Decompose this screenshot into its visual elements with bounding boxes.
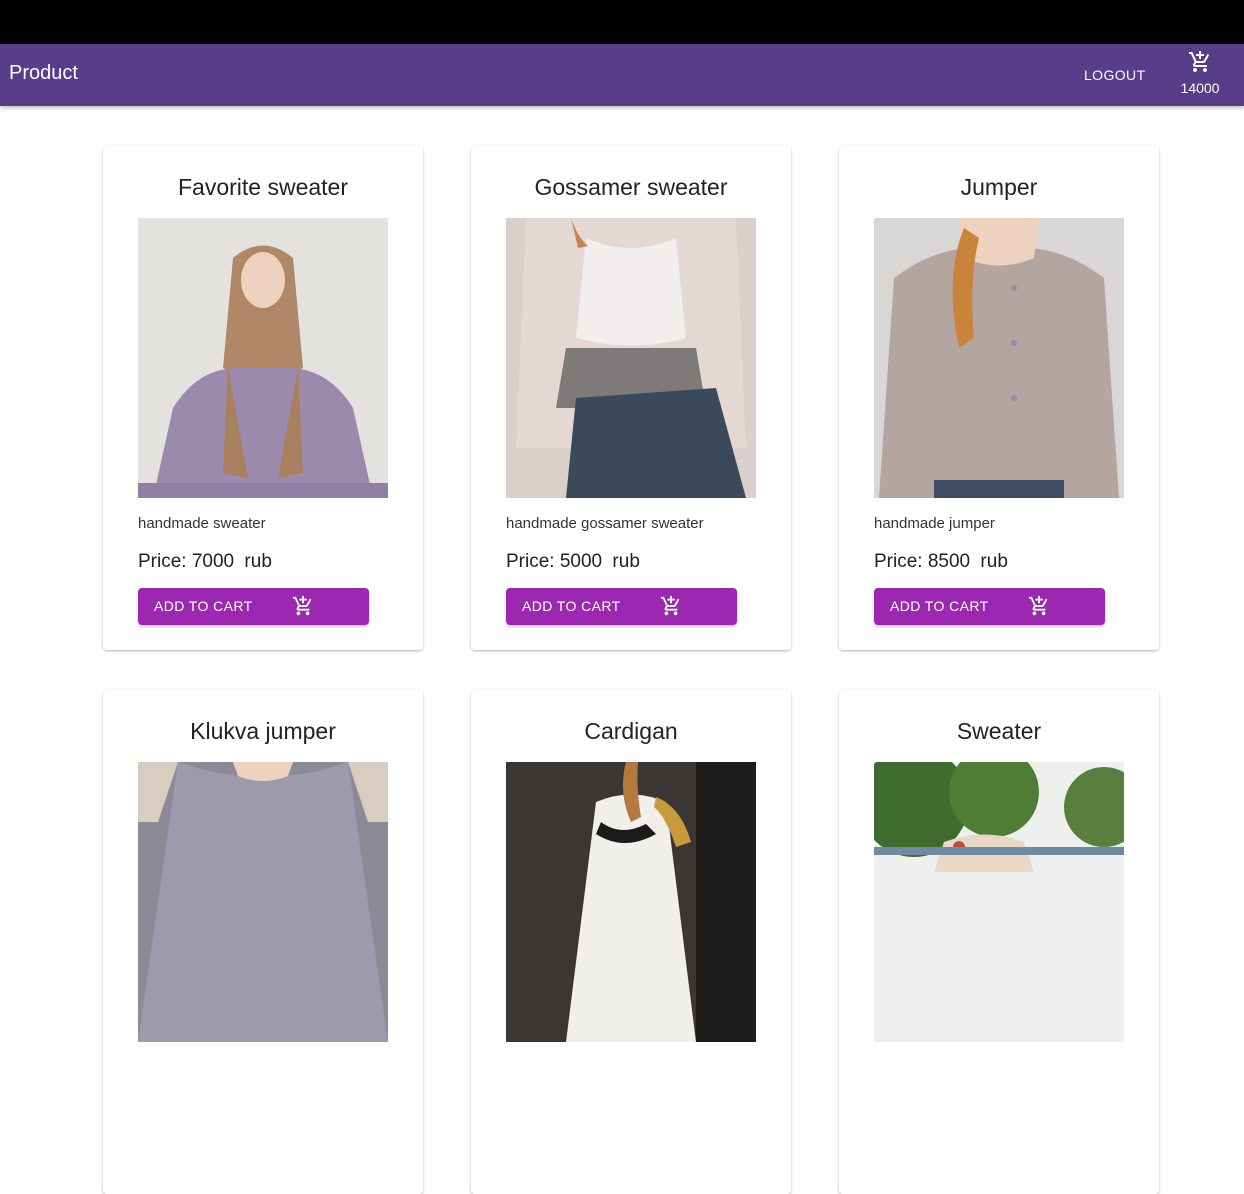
product-card: Jumper handmade jumper Price: 8500 rub A… (839, 146, 1159, 650)
add-shopping-cart-icon (292, 595, 312, 616)
product-card: Gossamer sweater handmade gossamer sweat… (471, 146, 791, 650)
price-label: Price: (874, 551, 923, 572)
price-currency: rub (612, 551, 640, 572)
window-top-band (0, 0, 1244, 44)
product-description: handmade gossamer sweater (506, 515, 704, 532)
product-card: Sweater (839, 690, 1159, 1194)
product-name: Sweater (956, 718, 1042, 744)
logout-button[interactable]: LOGOUT (1074, 59, 1156, 91)
product-name: Jumper (960, 174, 1038, 200)
product-image (138, 762, 388, 1042)
add-to-cart-button[interactable]: ADD TO CART (138, 588, 369, 625)
product-image (138, 218, 388, 498)
add-shopping-cart-icon (660, 595, 680, 616)
product-image (874, 762, 1124, 1042)
price-currency: rub (244, 551, 272, 572)
product-card: Favorite sweater handmade sweater Price:… (103, 146, 423, 650)
product-description: handmade sweater (138, 515, 266, 532)
product-price: Price: 5000 rub (506, 551, 640, 573)
product-name: Gossamer sweater (534, 174, 728, 200)
add-to-cart-button[interactable]: ADD TO CART (506, 588, 737, 625)
price-currency: rub (980, 551, 1008, 572)
add-to-cart-button[interactable]: ADD TO CART (874, 588, 1105, 625)
price-value: 7000 (191, 551, 235, 572)
product-price: Price: 7000 rub (138, 551, 272, 573)
add-to-cart-label: ADD TO CART (522, 598, 621, 614)
cart-total: 14000 (1180, 80, 1220, 96)
price-value: 5000 (559, 551, 603, 572)
price-value: 8500 (927, 551, 971, 572)
page-title: Product (9, 62, 78, 84)
add-shopping-cart-icon (1189, 51, 1210, 72)
product-card: Cardigan (471, 690, 791, 1194)
price-label: Price: (138, 551, 187, 572)
cart-button[interactable]: 14000 (1170, 50, 1230, 100)
product-image (506, 218, 756, 498)
add-to-cart-label: ADD TO CART (154, 598, 253, 614)
product-name: Cardigan (584, 718, 678, 744)
add-shopping-cart-icon (1028, 595, 1048, 616)
app-bar: Product LOGOUT 14000 (0, 44, 1244, 106)
add-to-cart-label: ADD TO CART (890, 598, 989, 614)
price-label: Price: (506, 551, 555, 572)
product-image (506, 762, 756, 1042)
product-name: Klukva jumper (190, 718, 336, 744)
product-card: Klukva jumper (103, 690, 423, 1194)
product-name: Favorite sweater (177, 174, 348, 200)
product-description: handmade jumper (874, 515, 995, 532)
product-image (874, 218, 1124, 498)
product-price: Price: 8500 rub (874, 551, 1008, 573)
